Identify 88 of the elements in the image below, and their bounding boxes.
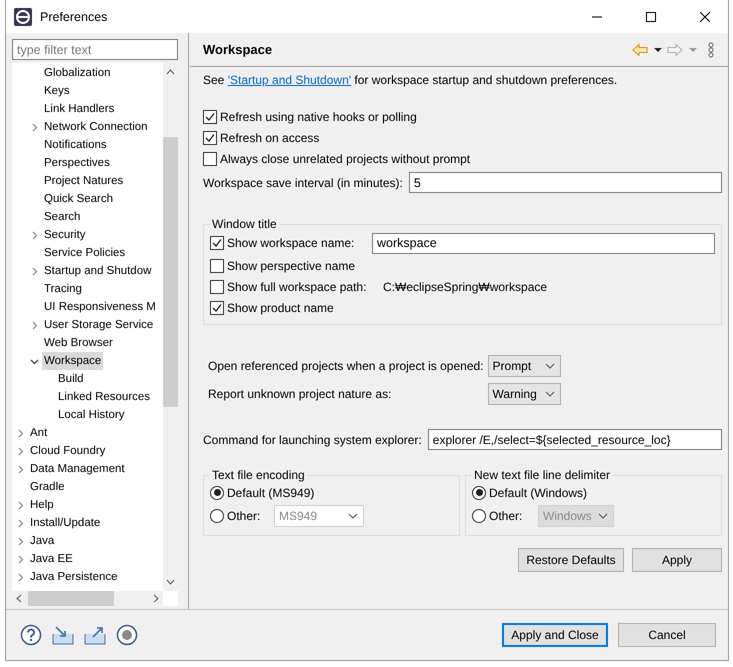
workspace-path: C:₩eclipseSpring₩workspace (383, 280, 548, 294)
checkbox-label: Show full workspace path: (227, 280, 368, 294)
tree-item[interactable]: Local History (56, 406, 126, 424)
tree-item[interactable]: Network Connection (42, 118, 150, 136)
tree-item[interactable]: Link Handlers (42, 100, 116, 118)
tree-item[interactable]: Build (56, 370, 86, 388)
tree-item[interactable]: UI Responsiveness M (42, 298, 158, 316)
import-icon[interactable] (52, 625, 74, 645)
tree-item[interactable]: Service Policies (42, 244, 128, 262)
checkbox-label: Show perspective name (227, 258, 356, 272)
radio-label: Default (Windows) (489, 486, 588, 500)
radio-button[interactable] (472, 509, 486, 523)
vertical-scrollbar[interactable] (163, 63, 178, 591)
scroll-up-icon[interactable] (166, 69, 175, 75)
intro-text: See 'Startup and Shutdown' for workspace startup and shutdown preferences. (203, 73, 618, 87)
radio-label: Other: (227, 509, 262, 523)
radio-label: Other: (489, 509, 524, 523)
checkbox-label: Refresh using native hooks or polling (220, 110, 417, 124)
tree-item[interactable]: Help (28, 496, 56, 514)
explorer-command-field[interactable]: explorer /E,/select=${selected_resource_loc} (428, 429, 722, 450)
dropdown[interactable]: Prompt (488, 355, 561, 377)
dropdown[interactable]: Warning (488, 383, 561, 405)
window-title: Preferences (40, 10, 108, 24)
tree-item[interactable]: Java (28, 532, 56, 550)
dialog-button[interactable]: Apply and Close (502, 623, 608, 647)
tree-item[interactable]: Project Natures (42, 172, 126, 190)
maximize-icon[interactable] (646, 12, 656, 22)
checkbox[interactable] (203, 110, 217, 124)
tree-item[interactable]: Startup and Shutdow (42, 262, 154, 280)
group-title: New text file line delimiter (473, 468, 612, 482)
radio-button[interactable] (472, 486, 486, 500)
tree-item[interactable]: Search (42, 208, 82, 226)
tree-item[interactable]: Security (42, 226, 88, 244)
tree-item[interactable]: Workspace (42, 352, 104, 370)
checkbox[interactable] (203, 152, 217, 166)
filter-field[interactable]: type filter text (12, 39, 178, 60)
checkbox-label: Always close unrelated projects without prompt (220, 152, 470, 166)
tree-item[interactable]: Cloud Foundry (28, 442, 108, 460)
checkbox[interactable] (210, 258, 224, 272)
select-label: Report unknown project nature as: (208, 387, 392, 401)
tree-item[interactable]: Data Management (28, 460, 127, 478)
dialog-button[interactable]: Cancel (618, 623, 716, 647)
checkbox-label: Show product name (227, 300, 334, 314)
radio-button[interactable] (210, 509, 224, 523)
checkbox[interactable] (203, 130, 217, 144)
horizontal-scrollbar[interactable] (12, 591, 163, 606)
page-button[interactable]: Restore Defaults (518, 548, 624, 572)
tree-item[interactable]: Globalization (42, 64, 112, 82)
tree-item[interactable]: Ant (28, 424, 50, 442)
field-label: Command for launching system explorer: (203, 432, 422, 446)
tree-item[interactable]: Web Browser (42, 334, 115, 352)
radio-label: Default (MS949) (227, 486, 314, 500)
close-icon[interactable] (700, 12, 710, 22)
group-title: Window title (211, 217, 278, 231)
page-title: Workspace (203, 42, 274, 57)
tree-item[interactable]: Keys (42, 82, 72, 100)
tree-item[interactable]: Tracing (42, 280, 84, 298)
tree-item[interactable]: Java Persistence (28, 568, 120, 586)
group-title: Text file encoding (211, 468, 306, 482)
tree-item[interactable]: Gradle (28, 478, 67, 496)
select-label: Open referenced projects when a project is opened: (208, 359, 484, 373)
help-icon[interactable] (20, 624, 42, 646)
checkbox[interactable] (210, 236, 224, 250)
menu-icon[interactable] (708, 42, 714, 58)
radio-button[interactable] (210, 486, 224, 500)
scroll-down-icon[interactable] (166, 579, 175, 585)
tree-item[interactable]: Notifications (42, 136, 109, 154)
checkbox-label: Show workspace name: (227, 236, 356, 250)
field-label: Workspace save interval (in minutes): (203, 176, 403, 190)
chevron-icon[interactable] (30, 356, 39, 366)
checkbox-label: Refresh on access (220, 130, 320, 144)
tree-item[interactable]: Quick Search (42, 190, 116, 208)
tree-item[interactable]: Java EE (28, 550, 75, 568)
record-icon[interactable] (116, 624, 138, 646)
export-icon[interactable] (84, 625, 106, 645)
tree-item[interactable]: Linked Resources (56, 388, 152, 406)
page-button[interactable]: Apply (632, 548, 722, 572)
scroll-thumb[interactable] (163, 137, 178, 407)
tree-item[interactable]: User Storage Service (42, 316, 156, 334)
checkbox[interactable] (210, 280, 224, 294)
checkbox[interactable] (210, 300, 224, 314)
startup-shutdown-link[interactable]: 'Startup and Shutdown' (228, 73, 352, 87)
workspace-name-field[interactable]: workspace (372, 232, 715, 254)
tree-item[interactable]: Perspectives (42, 154, 112, 172)
save-interval-field[interactable]: 5 (408, 172, 722, 193)
app-icon (14, 8, 32, 26)
scroll-thumb[interactable] (28, 591, 114, 606)
tree-item[interactable]: Install/Update (28, 514, 102, 532)
